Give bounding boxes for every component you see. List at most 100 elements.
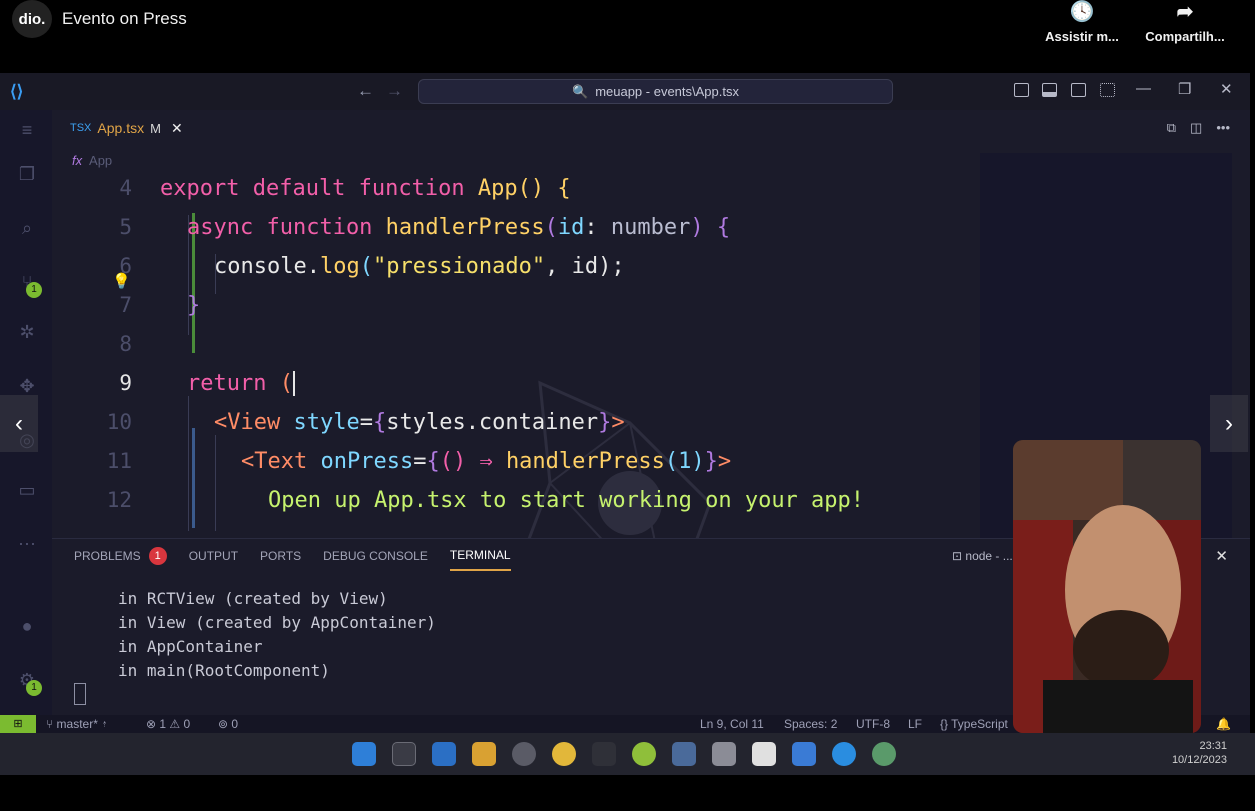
split-editor-icon[interactable]: ◫ [1190,120,1202,136]
previous-arrow-icon[interactable]: ‹ [0,395,38,452]
problems-count-badge: 1 [148,547,167,565]
toggle-secondary-sidebar-icon[interactable] [1071,83,1086,97]
terminal-line: in View (created by AppContainer) [118,613,436,632]
terminal-icon: ⊡ [952,549,966,563]
notifications-bell-icon[interactable]: 🔔 [1216,717,1231,731]
tab-filename: App.tsx [97,120,145,136]
tab-debug-console[interactable]: DEBUG CONSOLE [323,547,428,571]
cursor-position[interactable]: Ln 9, Col 11 [700,717,764,731]
code-text: <View style={styles.container}> [214,410,625,435]
app-icon[interactable] [712,742,736,766]
minimize-icon[interactable]: — [1136,80,1151,97]
edge-browser-icon[interactable] [832,742,856,766]
breadcrumb[interactable]: fx App [72,153,112,168]
command-center-search[interactable]: 🔍 meuapp - events\App.tsx [418,79,893,104]
toggle-panel-icon[interactable] [1042,83,1057,97]
code-editor[interactable]: 4 export default function App() { 5 asyn… [52,176,980,531]
panel-close-icon[interactable]: ✕ [1215,547,1228,565]
extensions-icon[interactable]: ✥ [17,376,37,396]
tab-app-tsx[interactable]: TSX App.tsx M ✕ [62,110,191,146]
terminal-output[interactable]: in RCTView (created by View) in View (cre… [118,587,436,683]
chrome-app-icon[interactable] [552,742,576,766]
language-name: TypeScript [951,717,1008,731]
presenter-image [1013,440,1201,733]
accounts-icon[interactable]: ● [17,616,37,636]
terminal-instance-label[interactable]: ⊡ node - ... [952,549,1013,563]
punctuation: ( [359,254,373,279]
terminal-line: in main(RootComponent) [118,661,330,680]
start-windows-icon[interactable] [352,742,376,766]
customize-layout-icon[interactable] [1100,83,1115,97]
search-icon[interactable]: ⌕ [17,218,37,238]
code-text: export default function App() { [160,176,571,201]
code-text: async function handlerPress(id: number) … [187,215,730,240]
tab-output[interactable]: OUTPUT [189,547,238,571]
branch-name: master* [56,717,98,731]
share-button[interactable]: ➦ Compartilh... [1140,0,1230,44]
clock-icon: 🕓 [1069,1,1095,23]
jsx-tag: > [717,449,732,474]
close-window-icon[interactable]: ✕ [1220,80,1233,98]
more-actions-icon[interactable]: ••• [1216,120,1230,136]
text-cursor: ​ [292,371,295,396]
notepad-icon[interactable] [792,742,816,766]
watch-later-button[interactable]: 🕓 Assistir m... [1037,0,1127,44]
line-number: 7 [119,293,132,317]
broadcast-icon: ⊚ [218,717,232,731]
warning-icon: ⚠ [166,717,184,731]
more-icon[interactable]: ⋯ [17,534,37,554]
vscode-app-icon[interactable] [432,742,456,766]
app-icon[interactable] [752,742,776,766]
forward-arrow-icon[interactable]: → [386,81,403,101]
branch-status[interactable]: ⑂ master* ⇡ [46,717,108,731]
code-line-7: 7 } [52,293,980,332]
line-number: 12 [106,488,132,512]
problems-status[interactable]: ⊗ 1 ⚠ 0 [146,717,190,731]
punctuation: = [359,410,373,435]
run-debug-icon[interactable]: ✲ [17,322,37,342]
error-icon: ⊗ [146,717,160,731]
end-of-line[interactable]: LF [908,717,922,731]
breadcrumb-item[interactable]: App [89,153,112,168]
toggle-sidebar-icon[interactable] [1014,83,1029,97]
function-symbol-icon: fx [72,153,83,168]
next-arrow-icon[interactable]: › [1210,395,1248,452]
obs-app-icon[interactable] [512,742,536,766]
tab-terminal[interactable]: TERMINAL [449,547,511,571]
terminal-name: node - ... [965,549,1013,563]
string-literal: "pressionado" [372,254,546,279]
punctuation: . [306,254,320,279]
terminal-app-icon[interactable] [392,742,416,766]
keyword: return [187,371,267,396]
remote-indicator-icon[interactable]: ⊞ [0,715,36,733]
clock-time: 23:31 [1199,740,1227,752]
app-icon[interactable] [672,742,696,766]
open-changes-icon[interactable]: ⧉ [1167,120,1176,136]
function-name: App [464,176,518,201]
lightbulb-icon[interactable]: 💡 [112,272,131,290]
explorer-icon[interactable]: ❐ [17,164,37,184]
file-explorer-icon[interactable] [472,742,496,766]
tab-close-icon[interactable]: ✕ [171,120,183,137]
punctuation: = [413,449,427,474]
indentation[interactable]: Spaces: 2 [784,717,837,731]
restore-icon[interactable]: ❐ [1178,80,1191,98]
remote-explorer-icon[interactable]: ▭ [17,480,37,500]
tab-problems[interactable]: PROBLEMS 1 [74,547,167,571]
app-icon[interactable] [592,742,616,766]
menu-icon[interactable]: ≡ [17,120,37,140]
android-studio-icon[interactable] [632,742,656,766]
ports-status[interactable]: ⊚ 0 [218,717,238,731]
video-title[interactable]: Evento on Press [62,9,187,29]
encoding[interactable]: UTF-8 [856,717,890,731]
code-line-10: 10 <View style={styles.container}> [52,410,980,449]
code-rest: , id); [545,254,625,279]
tab-ports[interactable]: PORTS [260,547,301,571]
channel-logo[interactable]: dio. [12,0,52,38]
back-arrow-icon[interactable]: ← [357,81,374,101]
system-clock[interactable]: 23:31 10/12/2023 [1172,739,1227,767]
editor-actions: ⧉ ◫ ••• [1167,120,1230,136]
jsx-attribute: onPress [307,449,414,474]
language-mode[interactable]: {} TypeScript [940,717,1008,731]
app-icon[interactable] [872,742,896,766]
